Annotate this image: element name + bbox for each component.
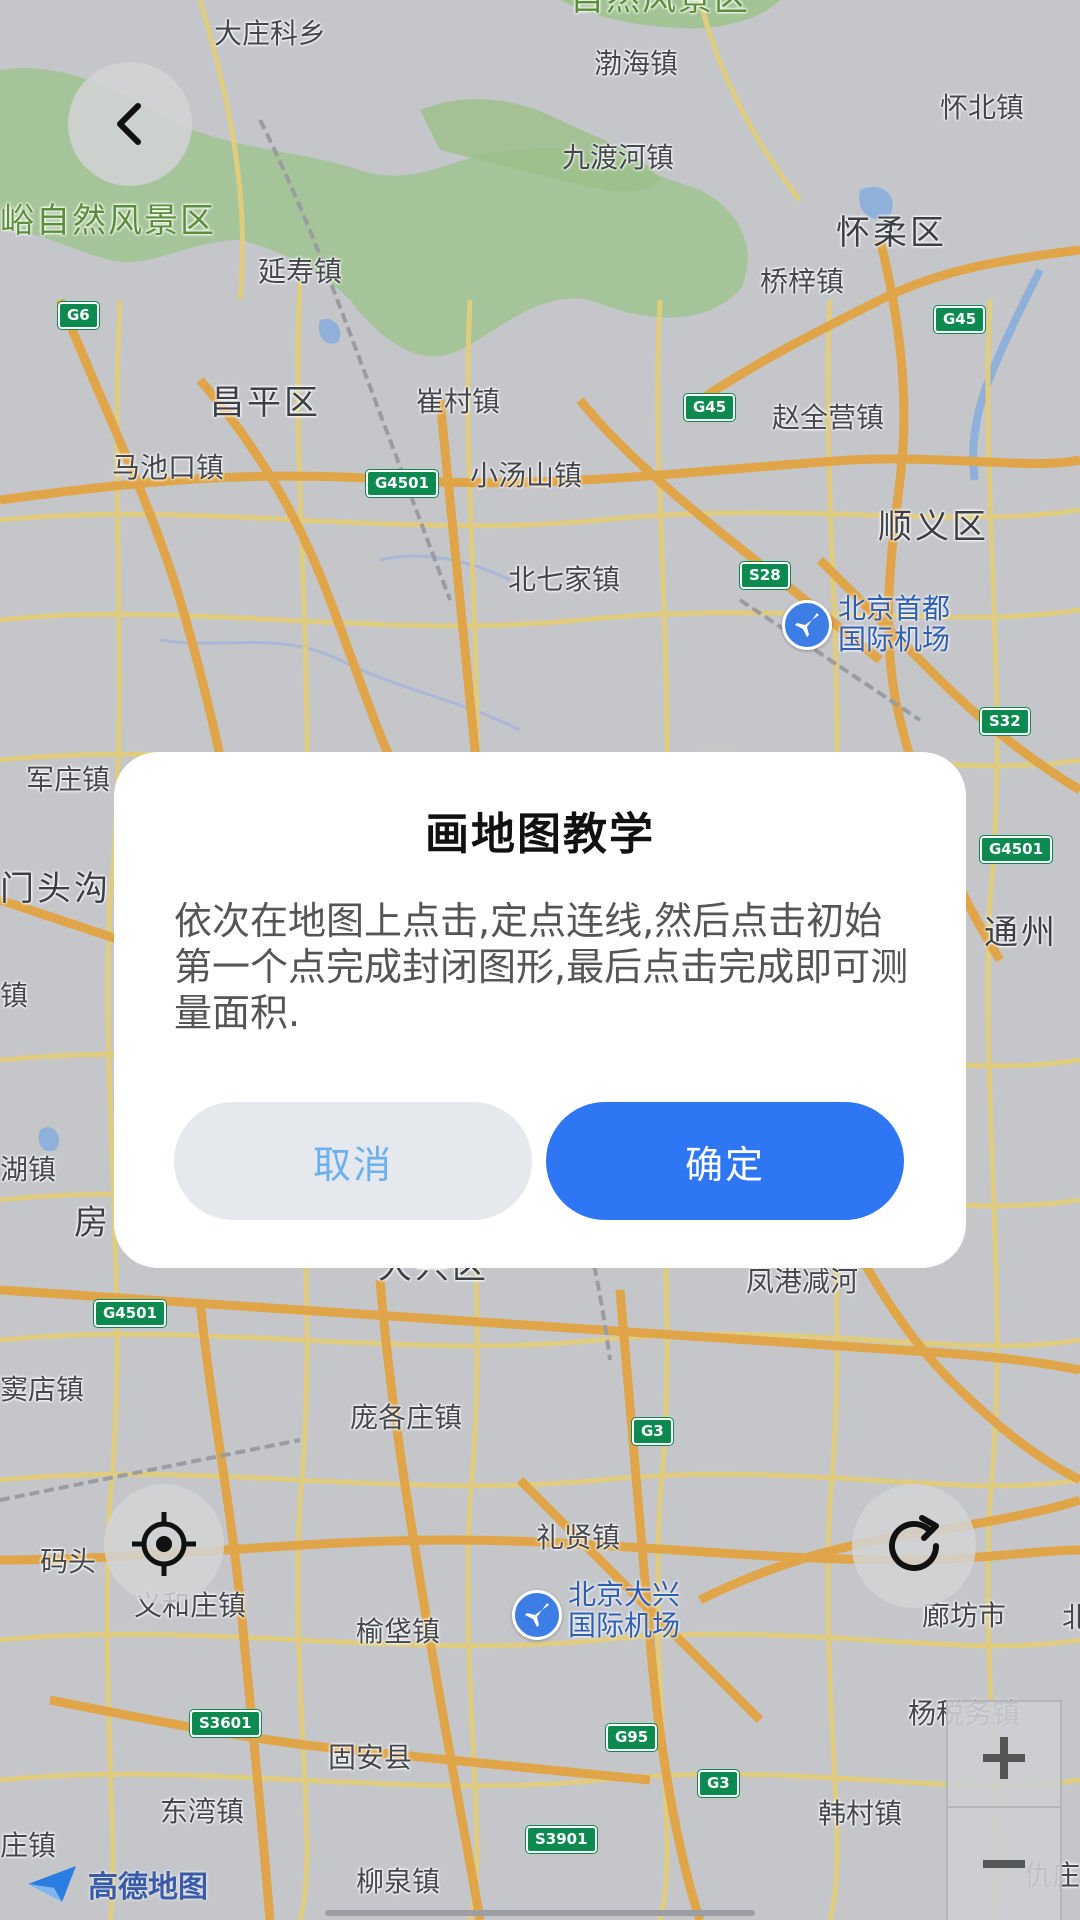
cancel-button[interactable]: 取消 xyxy=(174,1102,532,1220)
map-screen: 峪自然风景区自然风景区怀柔区昌平区顺义区门头沟大兴区房通州大庄科乡渤海镇怀北镇九… xyxy=(0,0,1080,1920)
confirm-button[interactable]: 确定 xyxy=(546,1102,904,1220)
dialog-title: 画地图教学 xyxy=(425,809,655,860)
home-indicator[interactable] xyxy=(325,1910,755,1916)
dialog-message: 依次在地图上点击,定点连线,然后点击初始第一个点完成封闭图形,最后点击完成即可测… xyxy=(174,899,909,1035)
dialog-overlay: 画地图教学 依次在地图上点击,定点连线,然后点击初始第一个点完成封闭图形,最后点… xyxy=(0,0,1080,1920)
tutorial-dialog: 画地图教学 依次在地图上点击,定点连线,然后点击初始第一个点完成封闭图形,最后点… xyxy=(114,752,966,1268)
